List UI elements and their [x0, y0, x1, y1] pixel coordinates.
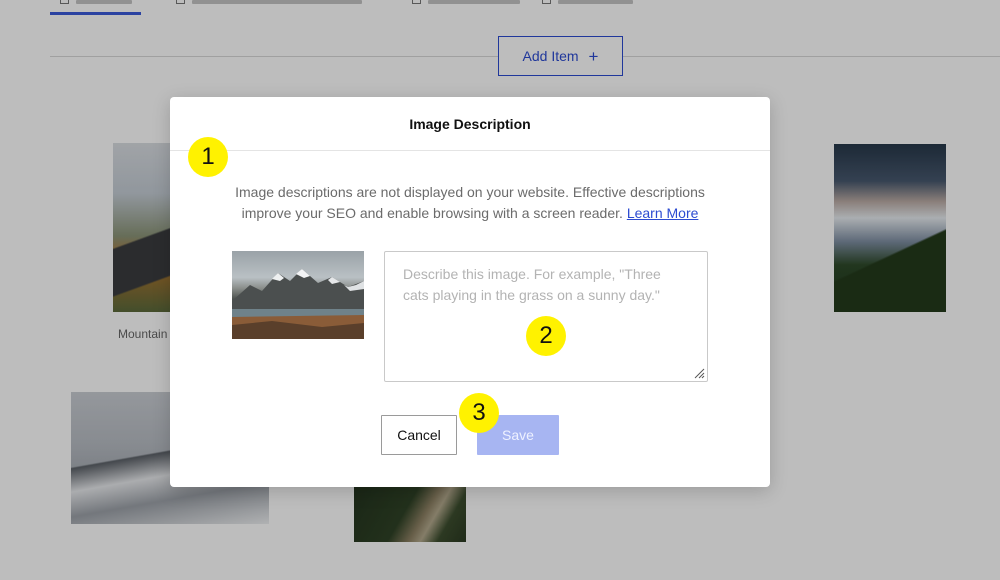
dialog-title: Image Description [170, 97, 770, 151]
learn-more-link[interactable]: Learn More [627, 205, 699, 221]
resize-handle-icon[interactable] [694, 368, 705, 379]
step-marker-1: 1 [188, 137, 228, 177]
mountain-thumbnail-image [232, 269, 364, 339]
step-marker-3: 3 [459, 393, 499, 433]
image-thumbnail [232, 251, 364, 339]
cancel-button[interactable]: Cancel [381, 415, 457, 455]
step-marker-2: 2 [526, 316, 566, 356]
dialog-description: Image descriptions are not displayed on … [210, 182, 730, 224]
